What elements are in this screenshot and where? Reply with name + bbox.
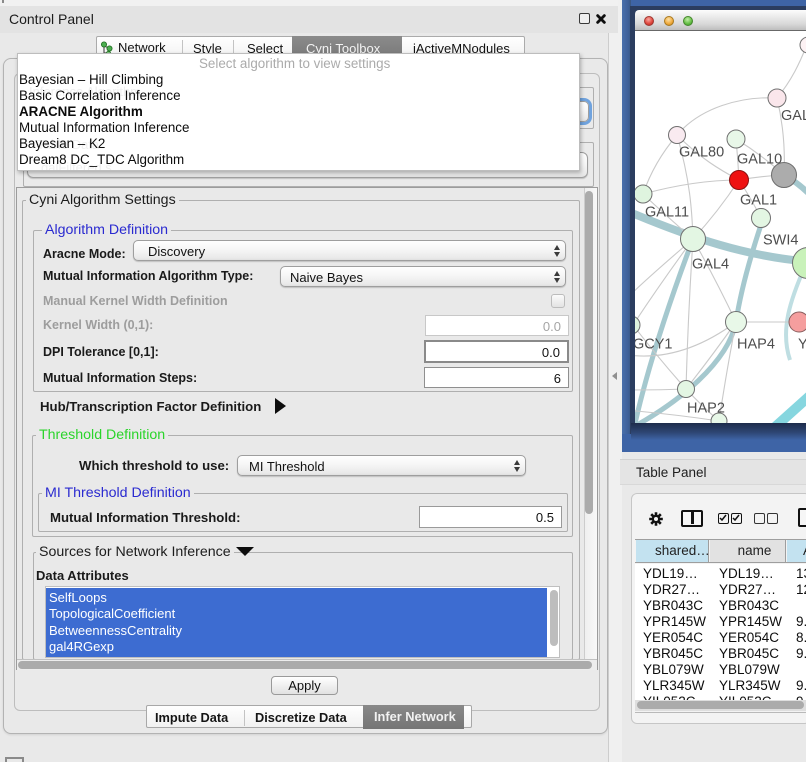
svg-text:HAP4: HAP4 [737,337,775,353]
svg-text:GCY1: GCY1 [635,337,673,353]
svg-text:SWI4: SWI4 [763,233,798,249]
svg-text:YP: YP [798,337,806,353]
svg-text:GAL2: GAL2 [781,108,806,124]
svg-text:GAL10: GAL10 [737,152,782,168]
svg-text:GAL1: GAL1 [740,193,777,209]
svg-text:GAL4: GAL4 [692,257,729,273]
svg-text:HAP2: HAP2 [687,401,725,417]
svg-text:GAL80: GAL80 [679,145,724,161]
svg-text:GAL11: GAL11 [645,205,689,221]
